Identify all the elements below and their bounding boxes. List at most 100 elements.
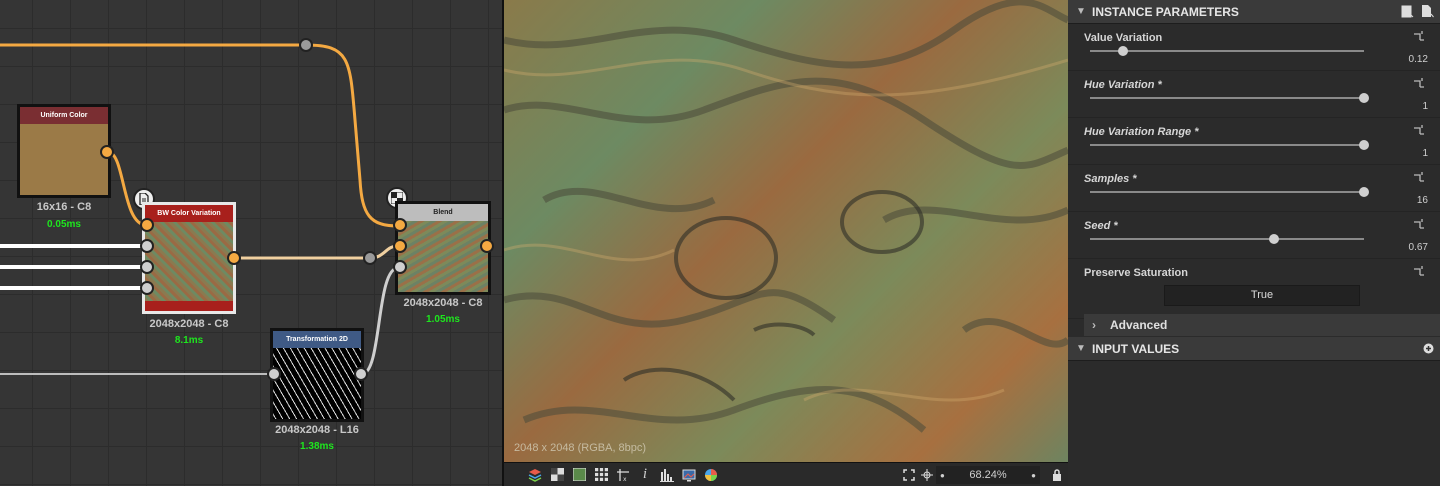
param-slider[interactable] [1090, 234, 1364, 244]
param-label: Hue Variation * [1084, 79, 1162, 91]
param-seed: Seed * 0.67 [1068, 212, 1440, 259]
add-icon[interactable] [1423, 343, 1434, 357]
resolution-label: 2048 x 2048 (RGBA, 8bpc) [514, 442, 647, 454]
preserve-saturation-dropdown[interactable]: True [1164, 285, 1360, 306]
node-uniform-color[interactable]: Uniform Color [17, 104, 111, 198]
layers-icon[interactable] [524, 464, 546, 486]
param-link-icon[interactable] [1412, 265, 1426, 279]
info-icon[interactable]: i [634, 464, 656, 486]
checker-icon[interactable] [546, 464, 568, 486]
slider-knob[interactable] [1268, 234, 1279, 244]
zoom-level[interactable]: 68.24% [969, 469, 1006, 481]
output-port[interactable] [99, 144, 115, 160]
zoom-out-icon[interactable]: ● [940, 471, 945, 480]
node-resolution: 16x16 - C8 [36, 201, 92, 213]
section-title: INPUT VALUES [1092, 341, 1180, 356]
param-value[interactable]: 1 [1422, 101, 1428, 112]
param-slider[interactable] [1090, 46, 1364, 56]
color-swatch-icon[interactable] [568, 464, 590, 486]
node-thumbnail [398, 221, 488, 292]
lock-icon[interactable] [1046, 464, 1068, 486]
node-time: 1.05ms [426, 314, 460, 325]
param-slider[interactable] [1090, 140, 1369, 150]
param-hue-variation: Hue Variation * 1 [1068, 71, 1440, 118]
reroute-dot[interactable] [363, 251, 377, 265]
chevron-down-icon: ▼ [1076, 6, 1086, 17]
node-time: 1.38ms [300, 441, 334, 452]
param-hue-variation-range: Hue Variation Range * 1 [1068, 118, 1440, 165]
screenshot-icon[interactable] [678, 464, 700, 486]
node-resolution: 2048x2048 - C8 [149, 318, 229, 330]
slider-knob[interactable] [1359, 140, 1369, 150]
chevron-right-icon: › [1092, 318, 1096, 332]
param-label: Preserve Saturation [1084, 267, 1188, 279]
texture-preview[interactable]: 2048 x 2048 (RGBA, 8bpc) [504, 0, 1068, 462]
node-footer [145, 301, 233, 311]
input-ports[interactable] [139, 217, 155, 297]
input-ports[interactable] [392, 217, 408, 277]
node-time: 8.1ms [174, 335, 204, 346]
node-thumbnail [145, 222, 233, 301]
chevron-down-icon: ▼ [1076, 343, 1086, 354]
param-value[interactable]: 1 [1422, 148, 1428, 159]
slider-knob[interactable] [1359, 187, 1369, 197]
param-label: Hue Variation Range * [1084, 126, 1199, 138]
histogram-icon[interactable] [656, 464, 678, 486]
color-wheel-icon[interactable] [700, 464, 722, 486]
link-transform-to-blend [361, 266, 399, 376]
node-title: Transformation 2D [273, 331, 361, 348]
param-label: Value Variation [1084, 32, 1163, 44]
zoom-in-icon[interactable]: ● [1031, 471, 1036, 480]
node-transformation-2d[interactable]: Transformation 2D [270, 328, 364, 422]
slider-knob[interactable] [1117, 46, 1128, 56]
node-title: Blend [398, 204, 488, 221]
texture-pattern [504, 0, 1068, 433]
param-link-icon[interactable] [1412, 124, 1426, 138]
param-slider[interactable] [1090, 93, 1369, 103]
param-value-variation: Value Variation 0.12 [1068, 24, 1440, 71]
slider-knob[interactable] [1359, 93, 1369, 103]
node-resolution: 2048x2048 - L16 [275, 424, 359, 436]
param-value[interactable]: 16 [1417, 195, 1428, 206]
crosshair-icon[interactable] [916, 464, 938, 486]
grid-icon[interactable] [590, 464, 612, 486]
node-title: Uniform Color [20, 107, 108, 124]
node-title: BW Color Variation [145, 205, 233, 222]
load-preset-icon[interactable] [1421, 5, 1434, 21]
node-thumbnail [273, 348, 361, 419]
node-graph-panel[interactable]: Uniform Color 16x16 - C8 0.05ms BW Color… [0, 0, 502, 486]
reroute-dot[interactable] [299, 38, 313, 52]
save-preset-icon[interactable] [1401, 5, 1414, 21]
param-label: Samples * [1084, 173, 1137, 185]
param-link-icon[interactable] [1412, 171, 1426, 185]
output-port[interactable] [226, 250, 242, 266]
param-slider[interactable] [1090, 187, 1369, 197]
properties-panel: ▼ INSTANCE PARAMETERS Value Variation 0.… [1068, 0, 1440, 486]
param-link-icon[interactable] [1412, 77, 1426, 91]
node-thumbnail [20, 124, 108, 195]
param-value[interactable]: 0.67 [1409, 242, 1428, 253]
2d-view-panel[interactable]: 2048 x 2048 (RGBA, 8bpc) x i ● 68.24% ● [502, 0, 1068, 486]
output-port[interactable] [353, 366, 369, 382]
param-label: Seed * [1084, 220, 1118, 232]
input-values-header[interactable]: ▼ INPUT VALUES [1068, 337, 1440, 361]
input-port[interactable] [266, 366, 282, 382]
node-blend[interactable]: Blend [395, 201, 491, 295]
param-samples: Samples * 16 [1068, 165, 1440, 212]
instance-parameters-header[interactable]: ▼ INSTANCE PARAMETERS [1068, 0, 1440, 24]
node-bw-color-variation[interactable]: BW Color Variation [142, 202, 236, 314]
param-value[interactable]: 0.12 [1409, 54, 1428, 65]
svg-text:x: x [623, 476, 627, 482]
param-link-icon[interactable] [1412, 218, 1426, 232]
output-port[interactable] [479, 238, 495, 254]
node-time: 0.05ms [47, 219, 81, 230]
param-link-icon[interactable] [1412, 30, 1426, 44]
tiling-icon[interactable]: x [612, 464, 634, 486]
advanced-group[interactable]: › Advanced [1084, 314, 1440, 336]
zoom-control[interactable]: ● 68.24% ● [936, 466, 1040, 484]
parameter-list: Value Variation 0.12 Hue Variation * 1 H… [1068, 24, 1440, 319]
param-preserve-saturation: Preserve Saturation True [1068, 259, 1440, 319]
viewport-toolbar: x i ● 68.24% ● [504, 462, 1068, 486]
section-title: INSTANCE PARAMETERS [1092, 4, 1239, 19]
advanced-label: Advanced [1110, 318, 1168, 332]
